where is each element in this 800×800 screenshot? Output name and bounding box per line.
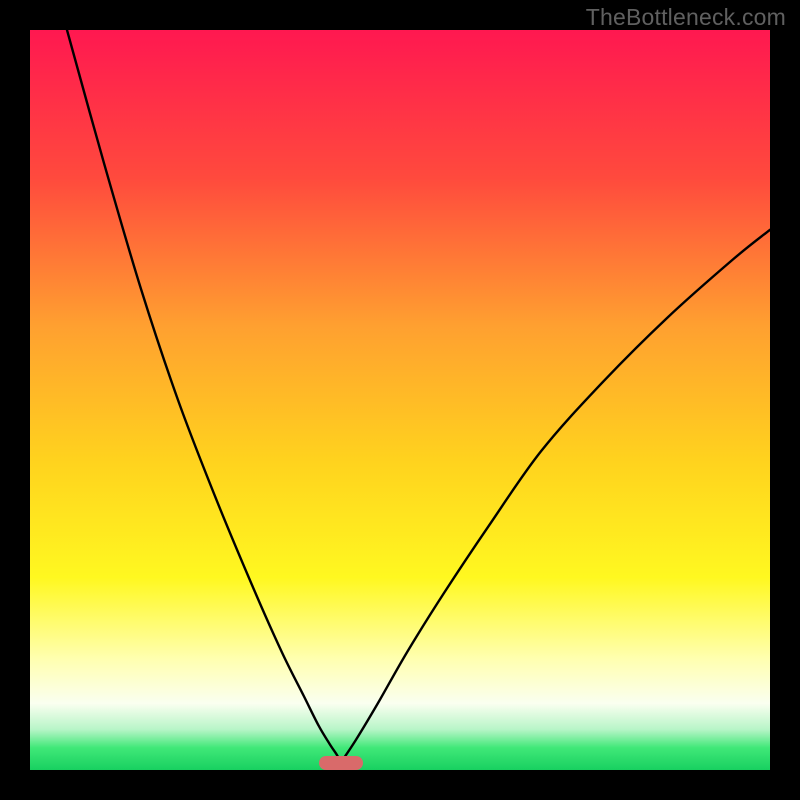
- chart-frame: TheBottleneck.com: [0, 0, 800, 800]
- bottleneck-curve-right: [341, 230, 770, 763]
- bottleneck-curve-left: [67, 30, 341, 763]
- optimal-point-marker: [319, 756, 363, 770]
- plot-area: [30, 30, 770, 770]
- curves-layer: [30, 30, 770, 770]
- watermark-text: TheBottleneck.com: [586, 4, 786, 31]
